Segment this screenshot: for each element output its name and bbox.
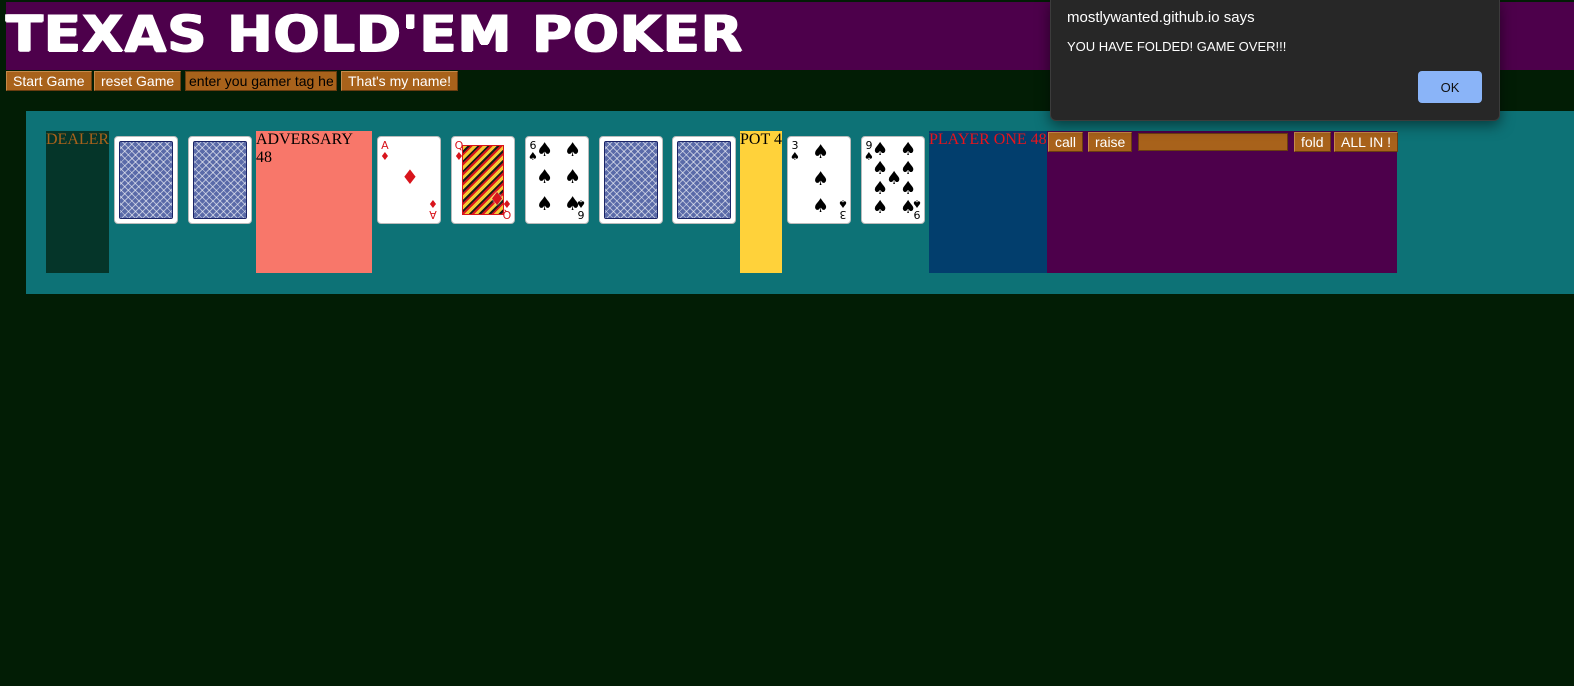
gamer-tag-input[interactable]	[185, 71, 337, 91]
spade-icon: ♠	[564, 166, 582, 188]
dialog-host: mostlywanted.github.io says	[1067, 9, 1255, 26]
reset-game-button[interactable]: reset Game	[94, 71, 182, 91]
spade-icon: ♠	[872, 178, 889, 199]
player-card-2: 9 ♠ ♠ ♠ ♠ ♠ ♠ ♠ ♠ ♠ ♠ 9 ♠	[861, 136, 925, 224]
set-name-button[interactable]: That's my name!	[341, 71, 459, 91]
dialog-message: YOU HAVE FOLDED! GAME OVER!!!	[1067, 39, 1287, 54]
community-card-back-4	[599, 136, 663, 224]
spade-icon: ♠	[872, 197, 889, 218]
spade-icon: ♠	[900, 139, 917, 160]
card-corner: 3 ♠	[790, 139, 800, 163]
fold-button[interactable]: fold	[1294, 132, 1331, 152]
pot-label: POT 4	[740, 131, 782, 148]
dealer-zone: DEALER	[46, 131, 109, 273]
spade-icon: ♠	[812, 168, 830, 190]
pot-zone: POT 4	[740, 131, 782, 273]
community-card-3: 6 ♠ ♠ ♠ ♠ ♠ ♠ ♠ 6 ♠	[525, 136, 589, 224]
spade-icon: ♠	[900, 158, 917, 179]
call-button[interactable]: call	[1048, 132, 1084, 152]
dealer-label: DEALER	[46, 131, 110, 148]
card-corner: 6 ♠	[576, 197, 586, 221]
spade-icon: ♠	[900, 178, 917, 199]
alert-dialog: mostlywanted.github.io says YOU HAVE FOL…	[1050, 0, 1500, 121]
card-corner: 9 ♠	[912, 197, 922, 221]
player-zone: PLAYER ONE 48	[929, 131, 1047, 273]
page-title: TEXAS HOLD'EM POKER	[6, 5, 744, 63]
community-card-2: Q ♦ ♦ Q ♦	[451, 136, 515, 224]
poker-table: DEALER ADVERSARY 48 A ♦ ♦ A ♦ Q ♦ ♦ Q ♦ 6 ♠ ♠…	[26, 111, 1574, 294]
ok-button[interactable]: OK	[1418, 71, 1482, 103]
start-game-button[interactable]: Start Game	[6, 71, 92, 91]
spade-icon: ♠	[536, 193, 554, 215]
adversary-label: ADVERSARY 48	[256, 131, 353, 166]
raise-button[interactable]: raise	[1088, 132, 1133, 152]
diamond-icon: ♦	[401, 165, 419, 189]
card-corner: 3 ♠	[838, 197, 848, 221]
card-corner: Q ♦	[502, 197, 512, 221]
spade-icon: ♠	[812, 195, 830, 217]
adversary-zone: ADVERSARY 48	[256, 131, 372, 273]
spade-icon: ♠	[536, 139, 554, 161]
spade-icon: ♠	[536, 166, 554, 188]
player-label: PLAYER ONE 48	[929, 131, 1047, 148]
community-card-back-5	[672, 136, 736, 224]
card-corner: A ♦	[380, 139, 390, 163]
spade-icon: ♠	[564, 139, 582, 161]
spade-icon: ♠	[872, 139, 889, 160]
card-corner: A ♦	[428, 197, 438, 221]
player-actions: call raise fold ALL IN !	[1047, 131, 1399, 273]
all-in-button[interactable]: ALL IN !	[1334, 132, 1399, 152]
community-card-1: A ♦ ♦ A ♦	[377, 136, 441, 224]
dealer-card-back-1	[114, 136, 178, 224]
spade-icon: ♠	[812, 141, 830, 163]
bet-amount-input[interactable]	[1138, 133, 1288, 151]
dealer-card-back-2	[188, 136, 252, 224]
player-card-1: 3 ♠ ♠ ♠ ♠ 3 ♠	[787, 136, 851, 224]
